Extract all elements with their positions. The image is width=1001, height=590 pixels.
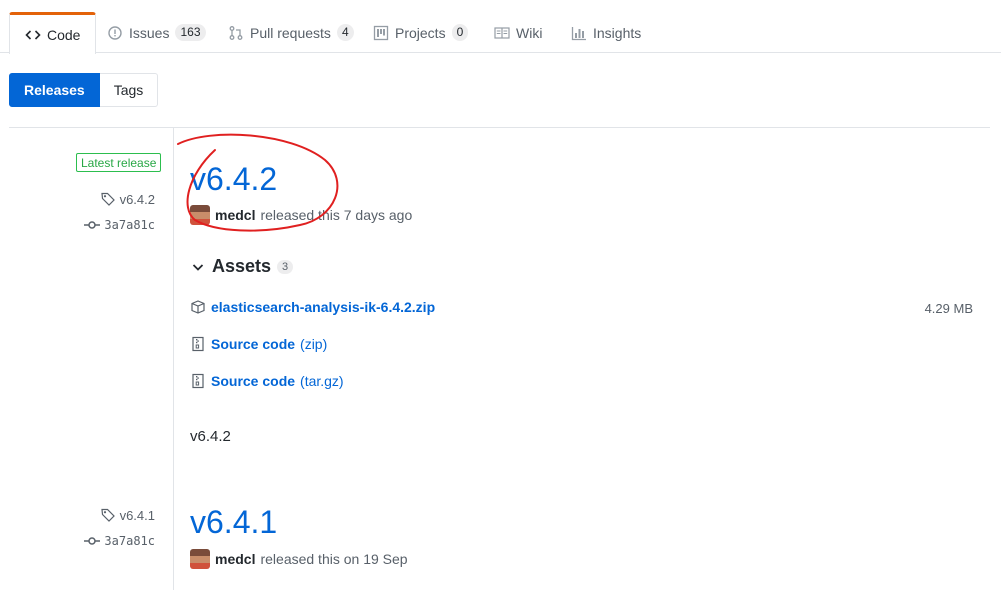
- release-title[interactable]: v6.4.2: [190, 159, 277, 199]
- releases-button[interactable]: Releases: [9, 73, 100, 107]
- tag-icon: [100, 191, 116, 207]
- release-title[interactable]: v6.4.1: [190, 502, 277, 542]
- release-commit-label: 3a7a81c: [104, 534, 155, 548]
- book-icon: [494, 25, 510, 41]
- assets-title: Assets: [212, 256, 272, 276]
- tab-code-label: Code: [47, 26, 81, 43]
- tab-issues[interactable]: Issues 163: [92, 12, 221, 53]
- timeline-line: [173, 128, 174, 590]
- tab-insights-label: Insights: [593, 24, 642, 41]
- latest-release-badge: Latest release: [76, 153, 162, 172]
- issues-counter: 163: [175, 24, 206, 41]
- avatar[interactable]: [190, 549, 210, 569]
- release-byline: medcl released this 7 days ago: [190, 205, 412, 225]
- file-zip-icon: [190, 336, 206, 352]
- release-tag-label: v6.4.1: [119, 507, 155, 523]
- divider: [9, 127, 990, 128]
- tab-pull-requests-label: Pull requests: [250, 24, 331, 41]
- release-tag[interactable]: v6.4.1: [100, 507, 155, 523]
- tab-code[interactable]: Code: [9, 12, 97, 54]
- tab-projects[interactable]: Projects 0: [358, 12, 483, 53]
- release-tag-label: v6.4.2: [119, 191, 155, 207]
- repo-nav: Code Issues 163 Pull requests 4 Projects…: [0, 0, 1001, 54]
- tab-issues-label: Issues: [129, 24, 170, 41]
- issue-icon: [107, 25, 123, 41]
- tag-icon: [100, 507, 116, 523]
- asset-item[interactable]: Source code (zip): [190, 336, 327, 352]
- asset-link[interactable]: Source code: [211, 373, 295, 389]
- release-byline: medcl released this on 19 Sep: [190, 549, 408, 569]
- chevron-down-icon: [190, 259, 206, 275]
- release-commit-label: 3a7a81c: [104, 218, 155, 232]
- commit-icon: [84, 217, 101, 233]
- asset-ext: (tar.gz): [300, 373, 344, 389]
- release-tag[interactable]: v6.4.2: [100, 191, 155, 207]
- assets-counter: 3: [277, 259, 294, 274]
- author-link[interactable]: medcl: [215, 551, 255, 567]
- commit-icon: [84, 533, 101, 549]
- projects-counter: 0: [451, 24, 469, 41]
- author-link[interactable]: medcl: [215, 207, 255, 223]
- tags-button[interactable]: Tags: [99, 73, 159, 107]
- graph-icon: [571, 25, 587, 41]
- releases-subnav: Releases Tags: [9, 73, 159, 107]
- asset-item[interactable]: Source code (tar.gz): [190, 373, 344, 389]
- asset-link[interactable]: elasticsearch-analysis-ik-6.4.2.zip: [211, 299, 435, 315]
- avatar[interactable]: [190, 205, 210, 225]
- tab-pull-requests[interactable]: Pull requests 4: [213, 12, 369, 53]
- tab-projects-label: Projects: [395, 24, 446, 41]
- release-commit[interactable]: 3a7a81c: [84, 533, 155, 549]
- pulls-counter: 4: [336, 24, 354, 41]
- assets-toggle[interactable]: Assets 3: [190, 256, 294, 277]
- asset-link[interactable]: Source code: [211, 336, 295, 352]
- code-icon: [25, 27, 41, 43]
- release-notes: v6.4.2: [190, 428, 231, 445]
- asset-item[interactable]: elasticsearch-analysis-ik-6.4.2.zip: [190, 299, 435, 315]
- pull-request-icon: [228, 25, 244, 41]
- asset-size: 4.29 MB: [924, 301, 973, 316]
- tab-wiki[interactable]: Wiki: [479, 12, 557, 53]
- project-icon: [373, 25, 389, 41]
- release-date: released this on 19 Sep: [260, 551, 408, 567]
- release-commit[interactable]: 3a7a81c: [84, 217, 155, 233]
- release-date: released this 7 days ago: [260, 207, 413, 223]
- package-icon: [190, 299, 206, 315]
- asset-ext: (zip): [300, 336, 328, 352]
- tab-wiki-label: Wiki: [516, 24, 543, 41]
- tab-insights[interactable]: Insights: [556, 12, 656, 53]
- file-zip-icon: [190, 373, 206, 389]
